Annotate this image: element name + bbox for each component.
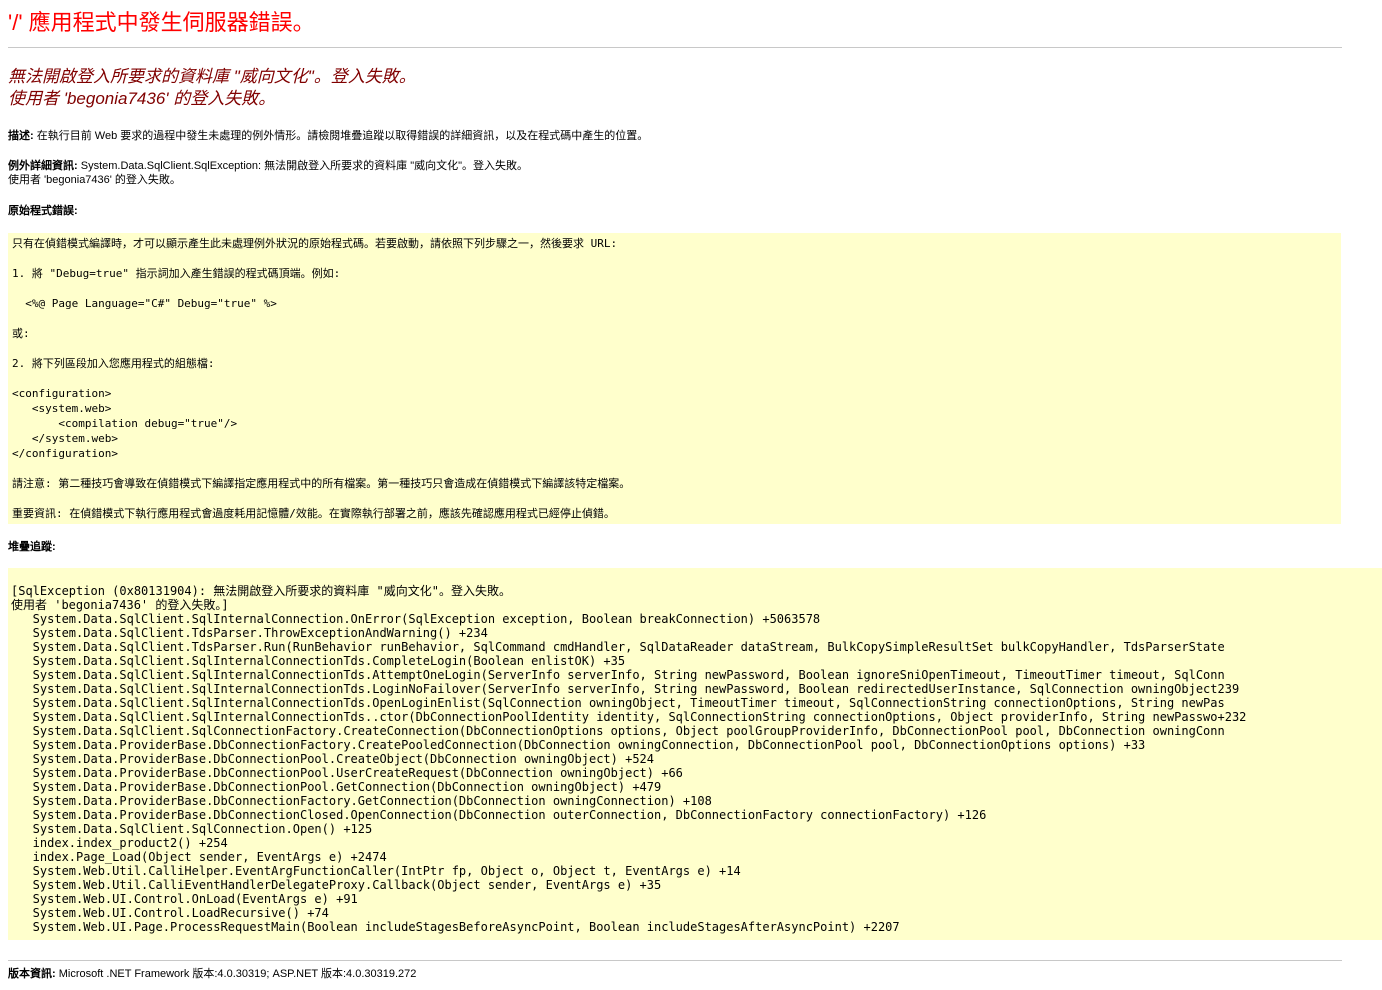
stack-trace-line: System.Web.Util.CalliHelper.EventArgFunc… <box>11 864 741 878</box>
stack-trace-line: System.Data.SqlClient.SqlConnection.Open… <box>11 822 373 836</box>
stack-trace-line: System.Data.SqlClient.TdsParser.Run(RunB… <box>11 640 1225 654</box>
stack-trace-line: 使用者 'begonia7436' 的登入失敗。] <box>11 598 229 612</box>
stack-trace-line: index.Page_Load(Object sender, EventArgs… <box>11 850 387 864</box>
description-section: 描述: 在執行目前 Web 要求的過程中發生未處理的例外情形。請檢閱堆疊追蹤以取… <box>8 129 648 143</box>
source-error-line: 重要資訊: 在偵錯模式下執行應用程式會過度耗用記憶體/效能。在實際執行部署之前，… <box>12 507 615 520</box>
exception-details-section: 例外詳細資訊: System.Data.SqlClient.SqlExcepti… <box>8 159 528 187</box>
stack-trace-line: System.Data.SqlClient.SqlConnectionFacto… <box>11 724 1225 738</box>
source-error-heading: 原始程式錯誤: <box>8 205 78 217</box>
error-headline: 無法開啟登入所要求的資料庫 "威向文化"。登入失敗。 使用者 'begonia7… <box>8 66 416 110</box>
version-info: 版本資訊: Microsoft .NET Framework 版本:4.0.30… <box>8 967 416 981</box>
stack-trace-line: System.Data.ProviderBase.DbConnectionPoo… <box>11 780 662 794</box>
footer-divider <box>8 960 1342 961</box>
description-text: 在執行目前 Web 要求的過程中發生未處理的例外情形。請檢閱堆疊追蹤以取得錯誤的… <box>33 130 649 142</box>
source-error-line: 或: <box>12 327 30 340</box>
source-error-line: <%@ Page Language="C#" Debug="true" %> <box>12 297 277 310</box>
source-error-box: 只有在偵錯模式編譯時，才可以顯示產生此未處理例外狀況的原始程式碼。若要啟動，請依… <box>8 233 1341 524</box>
stack-trace-line: System.Web.UI.Control.LoadRecursive() +7… <box>11 906 329 920</box>
stack-trace-line: System.Data.ProviderBase.DbConnectionFac… <box>11 794 712 808</box>
stack-trace-line: System.Data.ProviderBase.DbConnectionFac… <box>11 738 1146 752</box>
version-label: 版本資訊: <box>8 968 56 980</box>
error-headline-line2: 使用者 'begonia7436' 的登入失敗。 <box>8 89 276 108</box>
source-error-line: <compilation debug="true"/> <box>12 417 238 430</box>
source-error-line: 2. 將下列區段加入您應用程式的組態檔: <box>12 357 215 370</box>
exception-message-1: 無法開啟登入所要求的資料庫 "威向文化"。登入失敗。 <box>261 160 529 172</box>
stack-trace-text[interactable]: [SqlException (0x80131904): 無法開啟登入所要求的資料… <box>11 584 1246 934</box>
stack-trace-line: System.Data.ProviderBase.DbConnectionPoo… <box>11 766 683 780</box>
source-error-line: 請注意: 第二種技巧會導致在偵錯模式下編譯指定應用程式中的所有檔案。第一種技巧只… <box>12 477 631 490</box>
source-error-line: </system.web> <box>12 432 118 445</box>
exception-type: System.Data.SqlClient.SqlException: <box>77 160 262 172</box>
error-headline-line1: 無法開啟登入所要求的資料庫 "威向文化"。登入失敗。 <box>8 67 416 86</box>
stack-trace-line: System.Data.SqlClient.SqlInternalConnect… <box>11 710 1247 724</box>
stack-trace-line: System.Data.SqlClient.SqlInternalConnect… <box>11 612 821 626</box>
exception-message-2: 使用者 'begonia7436' 的登入失敗。 <box>8 174 181 186</box>
description-label: 描述: <box>8 130 34 142</box>
stack-trace-line: System.Data.ProviderBase.DbConnectionClo… <box>11 808 987 822</box>
stack-trace-line: System.Data.SqlClient.TdsParser.ThrowExc… <box>11 626 488 640</box>
stack-trace-line: System.Data.SqlClient.SqlInternalConnect… <box>11 668 1225 682</box>
stack-trace-line: [SqlException (0x80131904): 無法開啟登入所要求的資料… <box>11 584 511 598</box>
stack-trace-line: index.index_product2() +254 <box>11 836 228 850</box>
stack-trace-heading: 堆疊追蹤: <box>8 541 56 553</box>
source-error-line: <system.web> <box>12 402 112 415</box>
page-title: '/' 應用程式中發生伺服器錯誤。 <box>8 10 315 35</box>
stack-trace-line: System.Data.ProviderBase.DbConnectionPoo… <box>11 752 654 766</box>
exception-label: 例外詳細資訊: <box>8 160 78 172</box>
stack-trace-line: System.Data.SqlClient.SqlInternalConnect… <box>11 696 1225 710</box>
stack-trace-line: System.Data.SqlClient.SqlInternalConnect… <box>11 682 1240 696</box>
stack-trace-box: [SqlException (0x80131904): 無法開啟登入所要求的資料… <box>8 568 1382 940</box>
stack-trace-line: System.Web.UI.Page.ProcessRequestMain(Bo… <box>11 920 900 934</box>
source-error-line: <configuration> <box>12 387 112 400</box>
stack-trace-line: System.Web.UI.Control.OnLoad(EventArgs e… <box>11 892 358 906</box>
stack-trace-line: System.Data.SqlClient.SqlInternalConnect… <box>11 654 626 668</box>
title-divider <box>8 47 1342 48</box>
source-error-line: 1. 將 "Debug=true" 指示詞加入產生錯誤的程式碼頂端。例如: <box>12 267 341 280</box>
version-text: Microsoft .NET Framework 版本:4.0.30319; A… <box>55 968 417 980</box>
source-error-line: 只有在偵錯模式編譯時，才可以顯示產生此未處理例外狀況的原始程式碼。若要啟動，請依… <box>12 237 618 250</box>
source-error-line: </configuration> <box>12 447 118 460</box>
stack-trace-line: System.Web.Util.CalliEventHandlerDelegat… <box>11 878 662 892</box>
